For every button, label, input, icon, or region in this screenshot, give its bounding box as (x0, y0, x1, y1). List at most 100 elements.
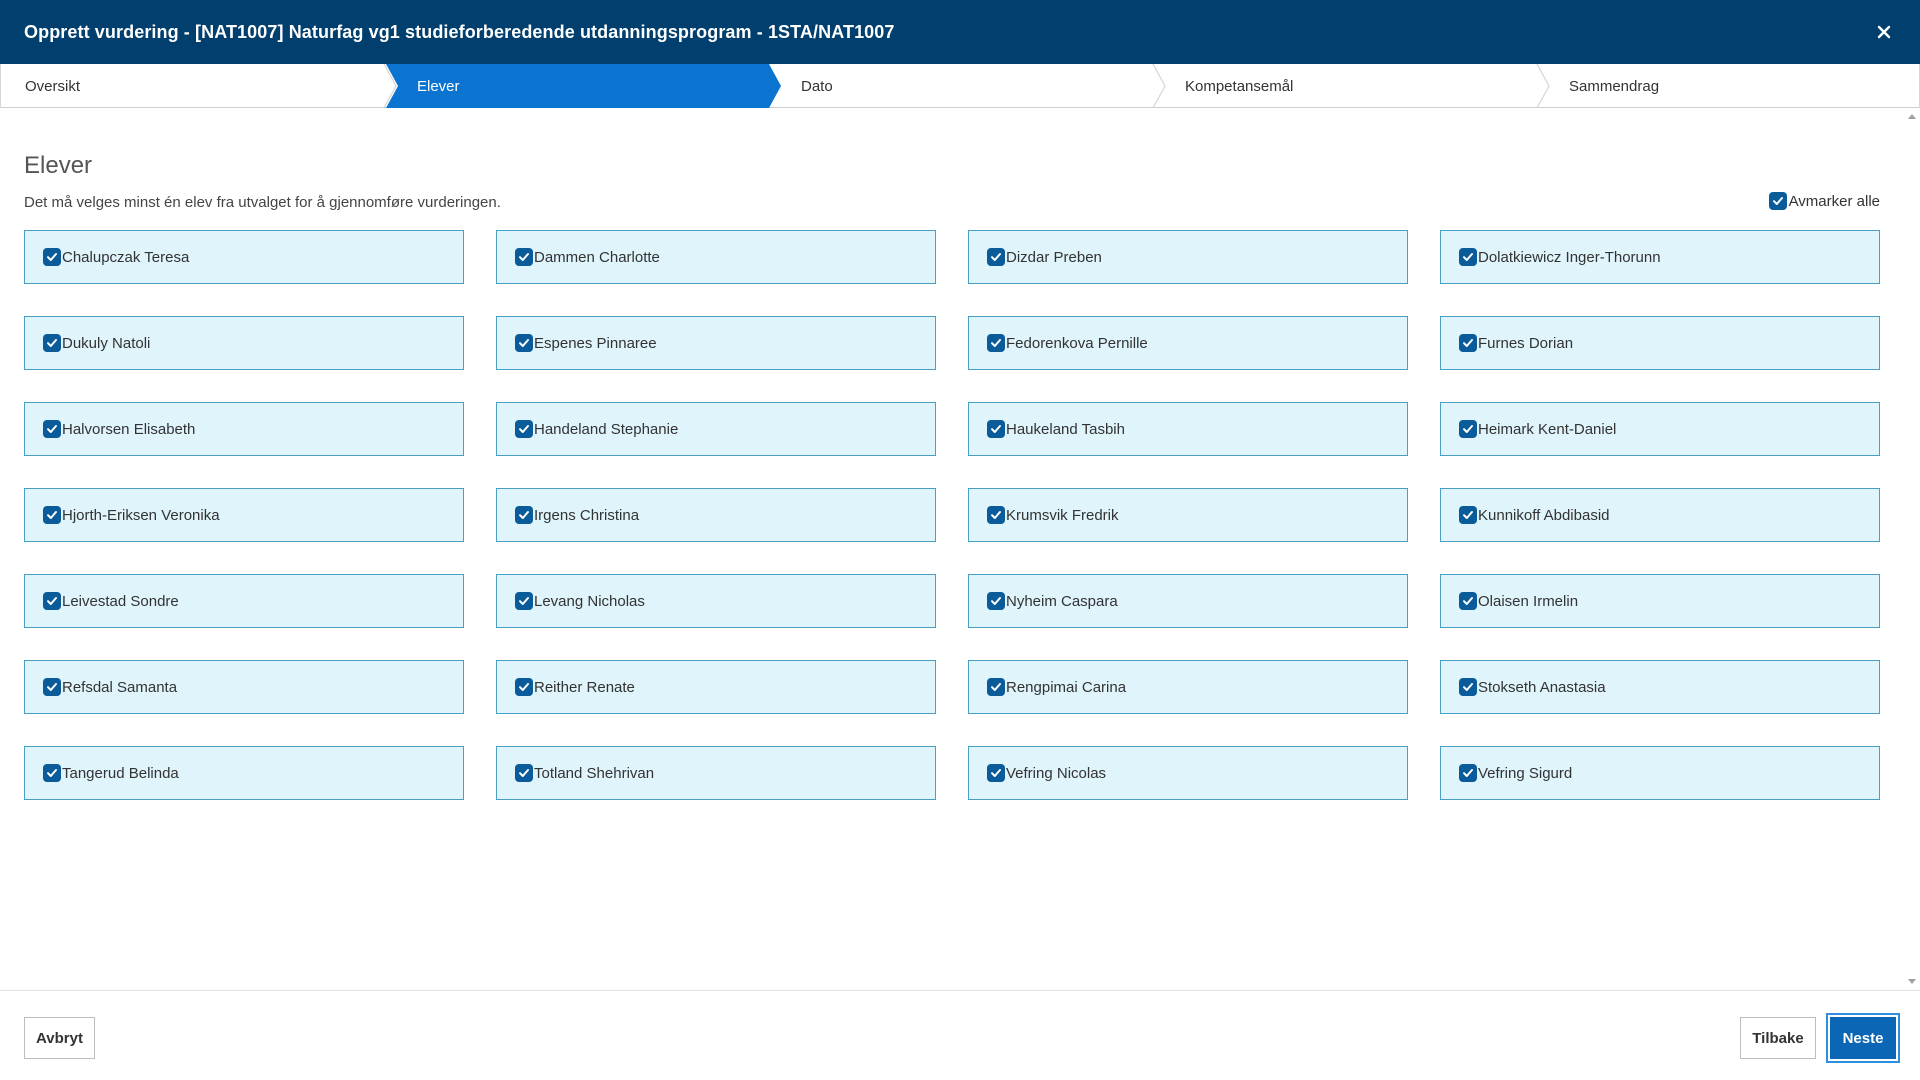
checkbox-checked-icon[interactable] (515, 592, 533, 610)
checkbox-checked-icon[interactable] (1459, 334, 1477, 352)
checkbox-checked-icon[interactable] (515, 248, 533, 266)
checkbox-checked-icon[interactable] (987, 334, 1005, 352)
step-elever[interactable]: Elever (417, 64, 460, 108)
student-card[interactable]: Vefring Sigurd (1440, 746, 1880, 800)
student-card[interactable]: Kunnikoff Abdibasid (1440, 488, 1880, 542)
checkbox-checked-icon[interactable] (43, 678, 61, 696)
checkbox-checked-icon[interactable] (1459, 678, 1477, 696)
deselect-all-toggle[interactable]: Avmarker alle (1768, 192, 1880, 210)
section-title: Elever (24, 152, 93, 179)
checkbox-checked-icon[interactable] (515, 764, 533, 782)
checkbox-checked-icon[interactable] (987, 592, 1005, 610)
student-card[interactable]: Dizdar Preben (968, 230, 1408, 284)
student-card[interactable]: Reither Renate (496, 660, 936, 714)
checkbox-checked-icon[interactable] (43, 592, 61, 610)
checkbox-checked-icon[interactable] (987, 420, 1005, 438)
dialog-header: Opprett vurdering - [NAT1007] Naturfag v… (0, 0, 1920, 64)
step-kompetansemal[interactable]: Kompetansemål (1185, 64, 1293, 108)
step-label: Sammendrag (1569, 77, 1660, 95)
student-name: Chalupczak Teresa (62, 248, 190, 266)
student-card[interactable]: Chalupczak Teresa (24, 230, 464, 284)
student-name: Olaisen Irmelin (1478, 592, 1579, 610)
student-card[interactable]: Leivestad Sondre (24, 574, 464, 628)
student-name: Tangerud Belinda (62, 764, 179, 782)
step-dato[interactable]: Dato (801, 64, 833, 108)
student-name: Dizdar Preben (1006, 248, 1102, 266)
student-name: Heimark Kent-Daniel (1478, 420, 1617, 438)
scroll-down-icon[interactable] (1908, 979, 1916, 984)
student-name: Vefring Nicolas (1006, 764, 1107, 782)
student-card[interactable]: Krumsvik Fredrik (968, 488, 1408, 542)
checkbox-checked-icon[interactable] (43, 506, 61, 524)
checkbox-checked-icon[interactable] (1459, 592, 1477, 610)
student-card[interactable]: Handeland Stephanie (496, 402, 936, 456)
student-card[interactable]: Espenes Pinnaree (496, 316, 936, 370)
checkbox-checked-icon[interactable] (987, 678, 1005, 696)
student-grid: Chalupczak Teresa Dammen Charlotte Dizda… (24, 230, 1880, 800)
student-card[interactable]: Tangerud Belinda (24, 746, 464, 800)
student-card[interactable]: Rengpimai Carina (968, 660, 1408, 714)
next-button[interactable]: Neste (1830, 1017, 1896, 1059)
checkbox-checked-icon[interactable] (515, 334, 533, 352)
student-name: Refsdal Samanta (62, 678, 178, 696)
student-name: Krumsvik Fredrik (1006, 506, 1119, 524)
checkbox-checked-icon[interactable] (987, 248, 1005, 266)
student-card[interactable]: Refsdal Samanta (24, 660, 464, 714)
student-name: Rengpimai Carina (1006, 678, 1127, 696)
scroll-up-icon[interactable] (1908, 114, 1916, 119)
step-sammendrag[interactable]: Sammendrag (1569, 64, 1659, 108)
student-card[interactable]: Halvorsen Elisabeth (24, 402, 464, 456)
student-name: Handeland Stephanie (534, 420, 679, 438)
checkbox-checked-icon[interactable] (1459, 506, 1477, 524)
student-card[interactable]: Olaisen Irmelin (1440, 574, 1880, 628)
student-card[interactable]: Haukeland Tasbih (968, 402, 1408, 456)
cancel-button[interactable]: Avbryt (24, 1017, 95, 1059)
student-card[interactable]: Nyheim Caspara (968, 574, 1408, 628)
student-card[interactable]: Dammen Charlotte (496, 230, 936, 284)
wizard-steps: Oversikt Elever Dato Kompetansemål Samme… (0, 64, 1920, 108)
checkbox-checked-icon[interactable] (1768, 192, 1787, 210)
checkbox-checked-icon[interactable] (43, 764, 61, 782)
student-card[interactable]: Heimark Kent-Daniel (1440, 402, 1880, 456)
dialog-footer: Avbryt Tilbake Neste (0, 990, 1920, 1080)
student-card[interactable]: Dolatkiewicz Inger-Thorunn (1440, 230, 1880, 284)
student-card[interactable]: Stokseth Anastasia (1440, 660, 1880, 714)
checkbox-checked-icon[interactable] (987, 764, 1005, 782)
back-button[interactable]: Tilbake (1740, 1017, 1816, 1059)
student-name: Espenes Pinnaree (534, 334, 657, 352)
student-card[interactable]: Vefring Nicolas (968, 746, 1408, 800)
student-name: Levang Nicholas (534, 592, 645, 610)
student-card[interactable]: Fedorenkova Pernille (968, 316, 1408, 370)
checkbox-checked-icon[interactable] (1459, 248, 1477, 266)
student-card[interactable]: Levang Nicholas (496, 574, 936, 628)
checkbox-checked-icon[interactable] (43, 248, 61, 266)
step-label: Kompetansemål (1185, 77, 1294, 95)
student-card[interactable]: Totland Shehrivan (496, 746, 936, 800)
step-label: Oversikt (25, 77, 81, 95)
step-label: Dato (801, 77, 833, 95)
checkbox-checked-icon[interactable] (1459, 764, 1477, 782)
checkbox-checked-icon[interactable] (515, 506, 533, 524)
student-name: Vefring Sigurd (1478, 764, 1573, 782)
student-name: Haukeland Tasbih (1006, 420, 1125, 438)
step-label: Elever (417, 77, 460, 95)
student-name: Totland Shehrivan (534, 764, 655, 782)
checkbox-checked-icon[interactable] (1459, 420, 1477, 438)
student-card[interactable]: Furnes Dorian (1440, 316, 1880, 370)
student-card[interactable]: Dukuly Natoli (24, 316, 464, 370)
close-icon[interactable] (1870, 18, 1898, 46)
student-name: Reither Renate (534, 678, 635, 696)
checkbox-checked-icon[interactable] (515, 678, 533, 696)
checkbox-checked-icon[interactable] (43, 334, 61, 352)
student-name: Dukuly Natoli (62, 334, 151, 352)
student-name: Halvorsen Elisabeth (62, 420, 196, 438)
student-name: Dammen Charlotte (534, 248, 660, 266)
checkbox-checked-icon[interactable] (515, 420, 533, 438)
student-card[interactable]: Hjorth-Eriksen Veronika (24, 488, 464, 542)
checkbox-checked-icon[interactable] (987, 506, 1005, 524)
step-oversikt[interactable]: Oversikt (25, 64, 80, 108)
checkbox-checked-icon[interactable] (43, 420, 61, 438)
student-card[interactable]: Irgens Christina (496, 488, 936, 542)
vertical-scrollbar[interactable] (1904, 108, 1920, 990)
student-name: Nyheim Caspara (1006, 592, 1118, 610)
